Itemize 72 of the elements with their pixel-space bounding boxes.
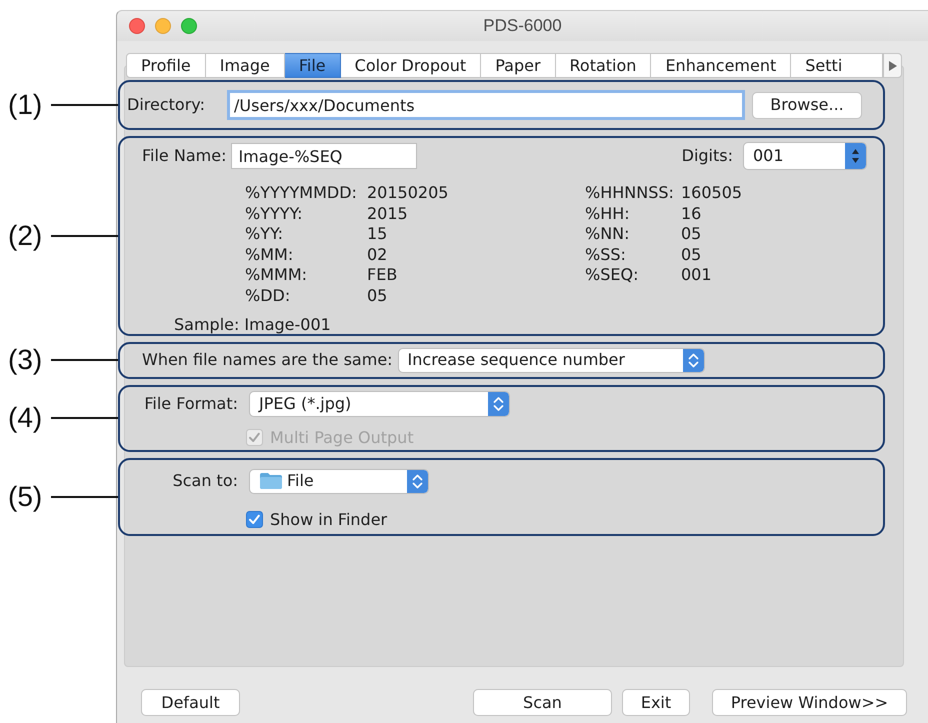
exit-button[interactable]: Exit [622,689,690,716]
token-name: %YYYY: [245,204,304,224]
tab[interactable]: Paper [481,53,556,78]
leader-line [51,104,118,106]
token-value: 15 [367,224,388,245]
field-label: Directory: [127,95,205,115]
token-name: %DD: [245,286,292,307]
folder-icon [260,473,282,490]
callout-label: (3) [8,346,42,374]
tab[interactable]: Setti [791,53,883,78]
stepper-arrows-icon[interactable] [845,143,866,169]
token-name: %NN: [585,224,631,245]
leader-line [51,234,118,237]
callout-label: (2) [8,222,42,250]
checkbox-label: Show in Finder [270,510,388,530]
tab[interactable]: Enhancement [651,53,792,78]
callout-label: (4) [8,404,42,432]
leader-line [51,496,118,498]
digits-dropdown[interactable]: 001 [743,142,867,170]
window-close-icon[interactable] [129,18,145,34]
field-label: Scan to: [172,471,238,491]
callout-label: (5) [8,482,42,511]
field-label: File Name: [142,146,226,166]
field-label: Digits: [682,146,733,166]
right-triangle-icon [888,60,896,70]
up-down-chevron-icon[interactable] [488,392,509,416]
field-label: When file names are the same: [142,350,393,370]
token-name: %SS: [585,244,627,266]
scan-button[interactable]: Scan [473,689,612,716]
leader-line [51,417,118,420]
token-name: %YYYYMMDD: [245,183,358,204]
token-value: 05 [681,224,702,245]
up-down-chevron-icon[interactable] [682,348,704,372]
token-value: 05 [681,244,702,266]
token-value: 16 [681,204,702,224]
preview-window-button[interactable]: Preview Window>> [712,689,907,716]
field-label: File Format: [143,394,238,414]
scan-destination-dropdown[interactable]: File [249,468,429,494]
token-name: %HHNNSS: [585,183,675,204]
tab[interactable]: Color Dropout [340,53,482,78]
window-minimize-icon[interactable] [155,18,171,34]
token-name: %SEQ: [585,265,640,286]
token-name: %MMM: [245,265,308,286]
checkbox[interactable] [246,511,263,528]
token-value: 160505 [681,183,742,204]
token-value: 20150205 [367,183,450,204]
window-zoom-icon[interactable] [181,18,197,34]
tab[interactable]: Image [206,53,285,78]
tab[interactable]: File [284,53,341,78]
directory-field[interactable]: /Users/xxx/Documents [227,90,745,120]
token-value: FEB [367,265,398,286]
tab[interactable]: Rotation [556,53,652,78]
tab[interactable]: Profile [126,53,206,78]
window-title: PDS-6000 [483,16,562,36]
token-name: %YY: [245,224,284,245]
token-name: %MM: [245,244,294,266]
file-name-field[interactable]: Image-%SEQ [231,143,418,169]
file-format-dropdown[interactable]: JPEG (*.jpg) [249,390,510,417]
callout-label: (1) [8,91,42,119]
duplicate-action-dropdown[interactable]: Increase sequence number [398,348,705,373]
token-value: 2015 [367,204,409,224]
sample-value: Image-001 [244,316,331,334]
default-button[interactable]: Default [141,689,240,716]
leader-line [51,359,118,362]
tab-scroll-button[interactable] [883,53,902,78]
up-down-chevron-icon[interactable] [407,470,428,493]
browse-button[interactable]: Browse... [752,92,862,118]
token-name: %HH: [585,204,631,224]
token-value: 05 [367,286,388,307]
sample-label: Sample: [174,316,240,334]
token-value: 02 [367,244,388,266]
token-value: 001 [681,265,713,286]
